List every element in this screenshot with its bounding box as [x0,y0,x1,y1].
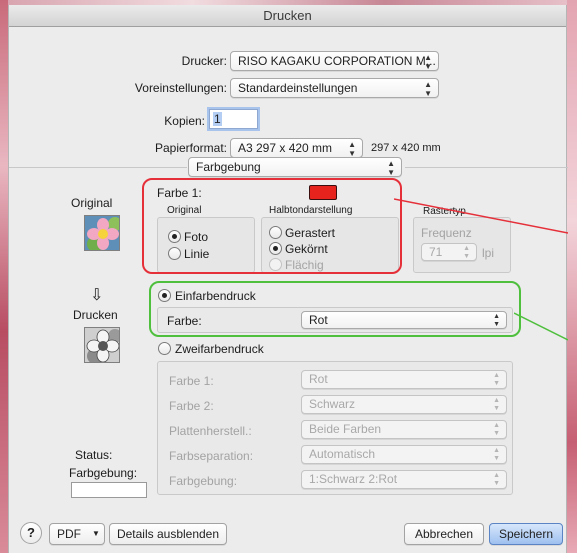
original-thumbnail [84,215,120,251]
dual-coloring-value: 1:Schwarz 2:Rot [309,472,398,486]
presets-label: Voreinstellungen: [134,81,227,95]
updown-arrows-icon: ▲ ▼ [493,472,500,487]
printer-label: Drucker: [181,54,227,68]
dual-color2-value: Schwarz [309,397,356,411]
copies-label: Kopien: [164,114,205,128]
dual-color2-label: Farbe 2: [169,399,214,413]
status-value-box [71,482,147,498]
dual-color1-value: Rot [309,372,328,386]
window-title: Drucken [9,5,566,27]
frequency-select[interactable]: 71 ▲ ▼ [421,243,477,261]
updown-arrows-icon: ▲ ▼ [424,53,432,71]
save-button[interactable]: Speichern [489,523,563,545]
print-heading: Drucken [73,308,118,322]
color-separation-label: Farbseparation: [169,449,254,463]
updown-arrows-icon: ▲ ▼ [493,422,500,437]
plate-making-label: Plattenherstell.: [169,424,252,438]
green-annotation-line [514,312,568,341]
color-separation-value: Automatisch [309,447,376,461]
dual-color1-select[interactable]: Rot ▲ ▼ [301,370,507,389]
printer-select[interactable]: RISO KAGAKU CORPORATION M... ▲ ▼ [230,51,439,71]
paper-format-label: Papierformat: [154,141,227,155]
cancel-button[interactable]: Abbrechen [404,523,484,545]
status-coloring-label: Farbgebung: [69,466,138,480]
section-value: Farbgebung [196,160,261,174]
copies-value: 1 [213,112,222,126]
plate-making-value: Beide Farben [309,422,382,436]
plate-making-select[interactable]: Beide Farben ▲ ▼ [301,420,507,439]
details-toggle-button[interactable]: Details ausblenden [109,523,227,545]
updown-arrows-icon: ▲ ▼ [493,397,500,412]
desktop-background-left [0,0,8,553]
original-heading: Original [71,196,113,210]
green-highlight-box [149,281,521,337]
presets-value: Standardeinstellungen [238,81,358,95]
help-button[interactable]: ? [20,522,42,544]
desktop-background-right [567,0,577,553]
dual-color-radio[interactable] [158,342,171,355]
paper-format-value: A3 297 x 420 mm [238,141,333,155]
dual-coloring-select[interactable]: 1:Schwarz 2:Rot ▲ ▼ [301,470,507,489]
red-highlight-box [142,178,402,274]
printer-value: RISO KAGAKU CORPORATION M... [238,54,436,68]
dropdown-arrow-icon: ▼ [92,529,100,538]
presets-select[interactable]: Standardeinstellungen ▲ ▼ [230,78,439,98]
color-separation-select[interactable]: Automatisch ▲ ▼ [301,445,507,464]
updown-arrows-icon: ▲ ▼ [493,447,500,462]
frequency-unit: lpi [482,246,495,260]
paper-size-text: 297 x 420 mm [371,142,441,154]
red-annotation-line [394,198,568,234]
updown-arrows-icon: ▲ ▼ [348,140,356,158]
paper-format-select[interactable]: A3 297 x 420 mm ▲ ▼ [230,138,363,158]
dual-color2-select[interactable]: Schwarz ▲ ▼ [301,395,507,414]
updown-arrows-icon: ▲ ▼ [463,245,470,260]
down-arrow-icon: ⇩ [90,287,104,304]
updown-arrows-icon: ▲ ▼ [387,159,395,177]
section-divider-right [405,167,568,168]
frequency-value: 71 [429,245,443,259]
status-label: Status: [75,448,113,462]
copies-input[interactable]: 1 [209,109,258,129]
dual-coloring-label: Farbgebung: [169,474,238,488]
updown-arrows-icon: ▲ ▼ [493,372,500,387]
updown-arrows-icon: ▲ ▼ [424,80,432,98]
dual-color-label: Zweifarbendruck [175,342,264,356]
pdf-menu-button[interactable]: PDF ▼ [49,523,105,545]
print-thumbnail [84,327,120,363]
dual-color1-label: Farbe 1: [169,374,214,388]
print-dialog: Drucken Drucker: RISO KAGAKU CORPORATION… [8,5,568,553]
section-divider-left [9,167,187,168]
section-select[interactable]: Farbgebung ▲ ▼ [188,157,402,177]
pdf-label: PDF [57,527,81,541]
